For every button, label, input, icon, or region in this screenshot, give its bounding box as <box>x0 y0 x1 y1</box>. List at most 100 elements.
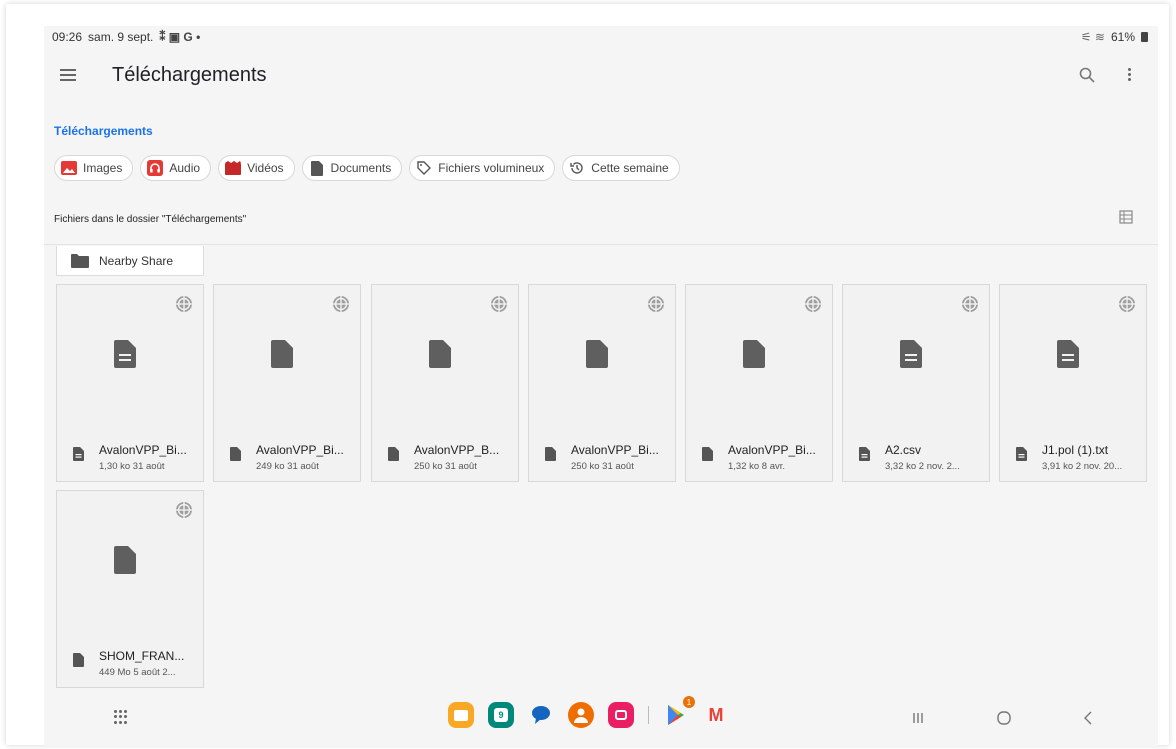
gmail-app-icon[interactable]: M <box>703 702 729 728</box>
navigation-bar: 9 1 M <box>44 694 1158 746</box>
file-info: AvalonVPP_Bi... 1,32 ko 8 avr. <box>686 435 832 481</box>
image-icon <box>61 160 77 176</box>
divider <box>44 244 1158 245</box>
screen-recorder-app-icon[interactable] <box>608 702 634 728</box>
file-icon <box>114 340 136 368</box>
gmail-letter: M <box>708 704 724 725</box>
file-meta: 250 ko 31 août <box>414 461 477 472</box>
file-meta: 3,32 ko 2 nov. 2... <box>885 461 960 472</box>
file-icon <box>586 340 608 368</box>
file-card[interactable]: AvalonVPP_Bi... 250 ko 31 août <box>528 284 676 482</box>
file-info: AvalonVPP_Bi... 250 ko 31 août <box>529 435 675 481</box>
chip-audio[interactable]: Audio <box>140 155 212 181</box>
select-icon[interactable] <box>490 295 508 313</box>
file-card[interactable]: AvalonVPP_Bi... 1,30 ko 31 août <box>56 284 204 482</box>
file-type-icon <box>388 447 399 461</box>
file-meta: 3,91 ko 2 nov. 20... <box>1042 461 1123 472</box>
recents-button-icon[interactable] <box>908 708 928 728</box>
file-icon <box>1057 340 1079 368</box>
back-button-icon[interactable] <box>1078 708 1098 728</box>
file-type-icon <box>230 447 241 461</box>
list-view-icon[interactable] <box>1119 210 1133 224</box>
file-meta: 1,32 ko 8 avr. <box>728 461 786 472</box>
file-card[interactable]: AvalonVPP_Bi... 249 ko 31 août <box>213 284 361 482</box>
battery-icon <box>1141 32 1148 42</box>
history-icon <box>569 160 585 176</box>
file-meta: 249 ko 31 août <box>256 461 319 472</box>
file-thumbnail <box>686 285 832 435</box>
file-thumbnail <box>1000 285 1146 435</box>
app-drawer-icon[interactable] <box>114 710 128 724</box>
chip-large-files[interactable]: Fichiers volumineux <box>409 155 556 181</box>
chip-label: Documents <box>330 161 392 175</box>
video-icon <box>225 160 242 176</box>
file-thumbnail <box>843 285 989 435</box>
file-card[interactable]: A2.csv 3,32 ko 2 nov. 2... <box>842 284 990 482</box>
chip-this-week[interactable]: Cette semaine <box>562 155 680 181</box>
window-frame: 09:26 sam. 9 sept. ⁑ ▣ G • ⚟ ≋ 61% Téléc… <box>6 4 1169 746</box>
search-icon[interactable] <box>1078 66 1096 84</box>
file-meta: 449 Mo 5 août 2... <box>99 667 176 678</box>
file-name: AvalonVPP_Bi... <box>99 443 187 457</box>
file-thumbnail <box>57 285 203 435</box>
file-info: A2.csv 3,32 ko 2 nov. 2... <box>843 435 989 481</box>
tag-icon <box>416 160 432 176</box>
select-icon[interactable] <box>1118 295 1136 313</box>
file-meta: 1,30 ko 31 août <box>99 461 165 472</box>
tablet-screen: 09:26 sam. 9 sept. ⁑ ▣ G • ⚟ ≋ 61% Téléc… <box>44 26 1158 746</box>
select-icon[interactable] <box>332 295 350 313</box>
calendar-day: 9 <box>494 708 508 722</box>
notification-icons: ⁑ ▣ G • <box>159 30 201 44</box>
chip-label: Images <box>83 161 123 175</box>
select-icon[interactable] <box>175 295 193 313</box>
file-info: AvalonVPP_B... 250 ko 31 août <box>372 435 518 481</box>
select-icon[interactable] <box>175 501 193 519</box>
app-dock: 9 1 M <box>448 696 729 728</box>
category-chips: Images Audio Vidéos Documents Fichiers v… <box>54 155 680 181</box>
select-icon[interactable] <box>961 295 979 313</box>
folder-item[interactable]: Nearby Share <box>56 246 204 276</box>
chip-videos[interactable]: Vidéos <box>218 155 295 181</box>
file-type-icon <box>859 447 870 461</box>
app-bar: Téléchargements <box>44 56 1158 100</box>
file-card[interactable]: AvalonVPP_Bi... 1,32 ko 8 avr. <box>685 284 833 482</box>
file-icon <box>271 340 293 368</box>
file-card[interactable]: SHOM_FRAN... 449 Mo 5 août 2... <box>56 490 204 688</box>
file-name: AvalonVPP_Bi... <box>571 443 659 457</box>
menu-icon[interactable] <box>60 69 76 81</box>
chip-images[interactable]: Images <box>54 155 134 181</box>
file-thumbnail <box>57 491 203 641</box>
dock-separator <box>648 706 649 724</box>
file-name: AvalonVPP_Bi... <box>728 443 816 457</box>
messages-app-icon[interactable] <box>528 702 554 728</box>
file-meta: 250 ko 31 août <box>571 461 634 472</box>
file-card[interactable]: AvalonVPP_B... 250 ko 31 août <box>371 284 519 482</box>
file-name: SHOM_FRAN... <box>99 649 185 663</box>
folder-caption: Fichiers dans le dossier "Téléchargement… <box>54 214 247 225</box>
select-icon[interactable] <box>804 295 822 313</box>
file-info: AvalonVPP_Bi... 1,30 ko 31 août <box>57 435 203 481</box>
play-store-app-icon[interactable]: 1 <box>663 696 695 728</box>
status-date: sam. 9 sept. <box>88 30 154 44</box>
file-name: AvalonVPP_B... <box>414 443 500 457</box>
select-icon[interactable] <box>647 295 665 313</box>
home-button-icon[interactable] <box>994 708 1014 728</box>
files-app-icon[interactable] <box>448 702 474 728</box>
chip-documents[interactable]: Documents <box>301 155 403 181</box>
file-icon <box>429 340 451 368</box>
chip-label: Cette semaine <box>591 161 669 175</box>
file-icon <box>743 340 765 368</box>
file-info: SHOM_FRAN... 449 Mo 5 août 2... <box>57 641 203 687</box>
breadcrumb[interactable]: Téléchargements <box>54 124 153 138</box>
more-options-icon[interactable] <box>1126 66 1132 84</box>
file-card[interactable]: J1.pol (1).txt 3,91 ko 2 nov. 20... <box>999 284 1147 482</box>
file-thumbnail <box>214 285 360 435</box>
contacts-app-icon[interactable] <box>568 702 594 728</box>
file-name: A2.csv <box>885 443 922 457</box>
calendar-app-icon[interactable]: 9 <box>488 702 514 728</box>
headphones-icon <box>147 160 164 176</box>
file-type-icon <box>702 447 713 461</box>
folder-name: Nearby Share <box>99 253 174 268</box>
file-thumbnail <box>372 285 518 435</box>
file-thumbnail <box>529 285 675 435</box>
